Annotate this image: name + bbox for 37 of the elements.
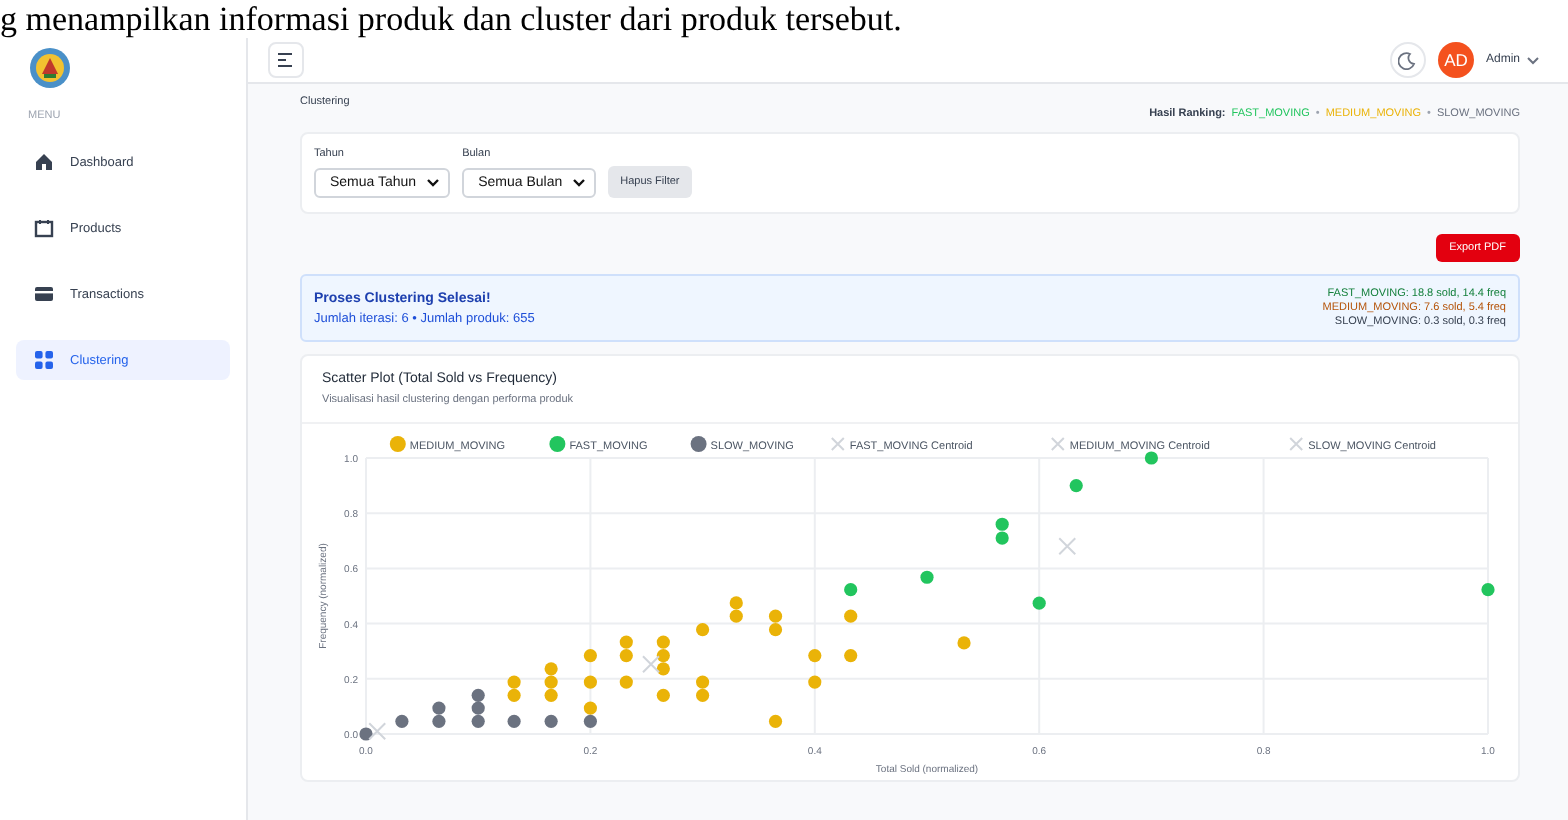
centroid-marker [1058,537,1077,556]
data-point [696,623,710,637]
data-point [1032,596,1046,610]
data-point [583,675,597,689]
menu-icon [277,52,295,68]
box-icon [34,218,54,238]
data-point [583,649,597,663]
data-point [768,714,783,728]
document-caption: g menampilkan informasi produk dan cluster dari produk tersebut. [0,0,902,38]
chevron-down-icon [572,178,587,188]
data-point [808,675,822,689]
centroid-marker [368,722,387,741]
data-point [1144,451,1158,465]
data-point [656,688,670,702]
data-point [844,583,858,597]
home-icon [34,152,54,172]
data-point [844,609,858,623]
theme-toggle-button[interactable] [1389,42,1426,78]
data-point [844,649,858,663]
data-point [619,675,633,689]
data-point [507,714,521,728]
chevron-down-icon [426,178,441,188]
data-point [359,727,373,741]
data-point [920,570,934,584]
menu-button[interactable] [268,42,304,78]
data-point [1069,479,1083,493]
moon-icon [1398,51,1417,69]
data-point [395,714,409,728]
data-point [957,636,971,650]
data-point [808,649,822,663]
data-point [544,714,558,728]
chevron-down-icon [1526,55,1540,65]
centroid-marker [642,655,660,674]
logo-icon [28,46,72,90]
data-point [1481,583,1495,597]
card-icon [34,284,54,304]
grid-icon [34,350,54,370]
